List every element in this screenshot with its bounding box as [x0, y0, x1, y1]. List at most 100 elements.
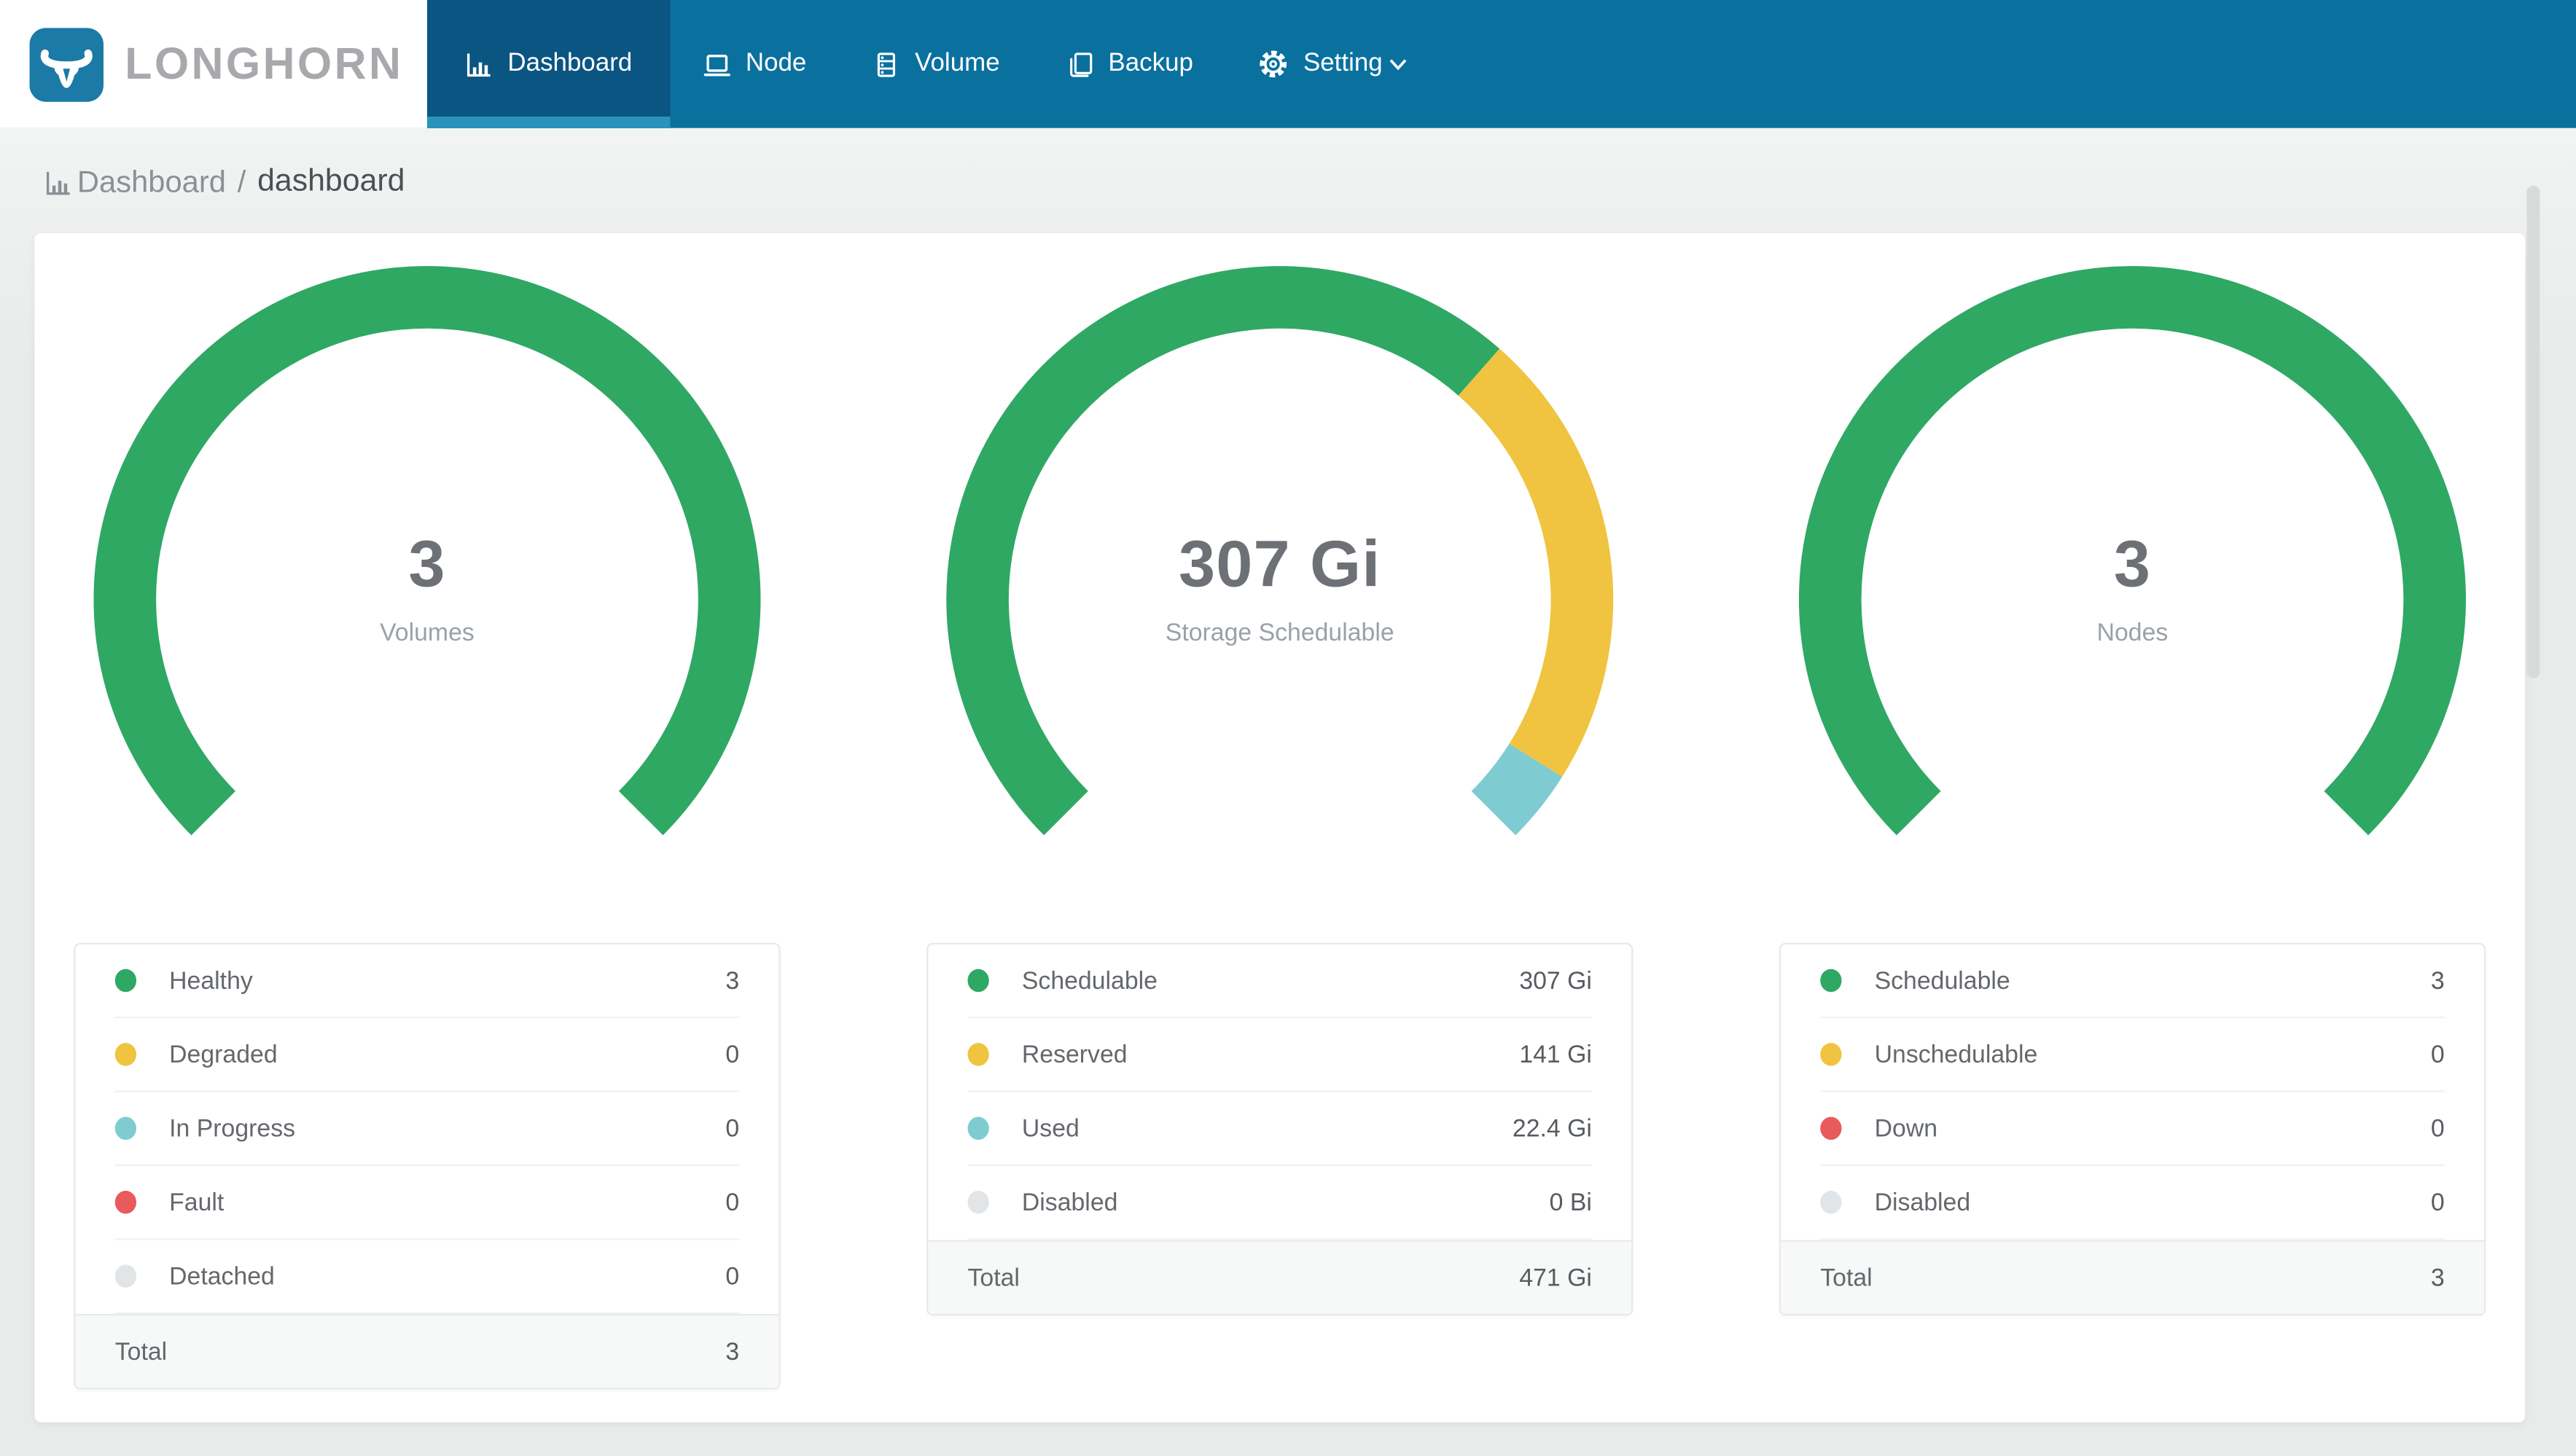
laptop-icon: [703, 50, 730, 78]
bar-chart-icon: [465, 50, 493, 78]
status-dot: [967, 968, 989, 993]
breadcrumb: Dashboard / dashboard: [44, 157, 2542, 207]
legend-row: Detached 0: [114, 1240, 740, 1315]
legend-row: Schedulable 3: [1820, 944, 2445, 1019]
status-dot: [1820, 1191, 1842, 1214]
legend-total-row: Total 3: [75, 1314, 779, 1388]
legend-value: 141 Gi: [1519, 1040, 1592, 1069]
total-value: 3: [725, 1337, 740, 1366]
legend-row: Schedulable 307 Gi: [967, 944, 1592, 1019]
longhorn-logo: [29, 27, 104, 101]
legend-value: 0: [2430, 1040, 2445, 1069]
gauge-panel-storage-schedulable: 307 Gi Storage Schedulable Schedulable 307 …: [926, 246, 1634, 1390]
legend-label: Down: [1874, 1114, 1938, 1143]
scrollbar-thumb[interactable]: [2526, 185, 2540, 678]
legend-row: Fault 0: [114, 1166, 740, 1240]
gauge-center: 3 Volumes: [74, 529, 780, 647]
legend-value: 0: [725, 1114, 740, 1143]
bull-icon: [40, 48, 93, 87]
legend-value: 0: [725, 1188, 740, 1216]
main-content: Dashboard / dashboard 3 Volumes Healthy 3 De…: [0, 128, 2576, 1456]
legend-row: Down 0: [1820, 1092, 2445, 1167]
legend-row: Unschedulable 0: [1820, 1018, 2445, 1092]
breadcrumb-page: dashboard: [257, 164, 405, 199]
breadcrumb-separator: /: [237, 164, 246, 199]
tab-backup[interactable]: Backup: [1033, 0, 1226, 128]
total-value: 471 Gi: [1519, 1264, 1592, 1292]
legend-value: 0: [725, 1040, 740, 1069]
status-dot: [967, 1043, 989, 1066]
gear-icon: [1259, 50, 1289, 79]
status-dot: [114, 1116, 137, 1140]
gauge-panel-volumes: 3 Volumes Healthy 3 Degraded 0 In Progress 0 Fau…: [74, 246, 781, 1390]
total-label: Total: [114, 1337, 168, 1366]
gauge-center: 3 Nodes: [1779, 529, 2486, 647]
legend-row: Used 22.4 Gi: [967, 1092, 1592, 1167]
gauge-panels: 3 Volumes Healthy 3 Degraded 0 In Progress 0 Fau…: [34, 233, 2525, 1390]
legend-label: Disabled: [1874, 1188, 1971, 1216]
legend-row: Reserved 141 Gi: [967, 1018, 1592, 1092]
legend-value: 0 Bi: [1549, 1188, 1592, 1216]
brand-name: LONGHORN: [125, 38, 404, 88]
legend-row: Disabled 0: [1820, 1166, 2445, 1240]
brand-logo-area[interactable]: LONGHORN: [0, 0, 427, 128]
legend-label: Used: [1021, 1114, 1080, 1143]
tab-node[interactable]: Node: [670, 0, 839, 128]
database-icon: [873, 50, 900, 78]
legend-label: Schedulable: [1021, 966, 1158, 995]
legend-label: In Progress: [169, 1114, 296, 1143]
status-dot: [967, 1116, 989, 1140]
legend-card: Schedulable 307 Gi Reserved 141 Gi Used 22.4 …: [926, 942, 1634, 1316]
legend-row: Disabled 0 Bi: [967, 1166, 1592, 1240]
longhorn-app: LONGHORN Dashboard Node Volume Backup Settin…: [0, 0, 2576, 1456]
legend-value: 307 Gi: [1519, 966, 1592, 995]
gauge-chart: 3 Nodes: [1779, 246, 2486, 943]
legend-label: Disabled: [1021, 1188, 1118, 1216]
legend-value: 3: [725, 966, 740, 995]
status-dot: [114, 1191, 137, 1214]
dashboard-card: 3 Volumes Healthy 3 Degraded 0 In Progress 0 Fau…: [34, 233, 2526, 1422]
total-label: Total: [967, 1264, 1020, 1292]
status-dot: [114, 1264, 137, 1288]
legend-value: 0: [2430, 1188, 2445, 1216]
gauge-panel-nodes: 3 Nodes Schedulable 3 Unschedulable 0 Down 0 Dis…: [1779, 246, 2486, 1390]
legend-label: Degraded: [169, 1040, 278, 1069]
total-label: Total: [1820, 1264, 1873, 1292]
legend-card: Schedulable 3 Unschedulable 0 Down 0 Disabled 0…: [1779, 942, 2486, 1316]
tab-label: Node: [745, 49, 807, 77]
status-dot: [114, 968, 137, 993]
breadcrumb-section[interactable]: Dashboard: [77, 164, 226, 200]
status-dot: [1820, 968, 1842, 993]
legend-card: Healthy 3 Degraded 0 In Progress 0 Fault 0 Detac…: [74, 942, 781, 1390]
legend-row: Degraded 0: [114, 1018, 740, 1092]
status-dot: [1820, 1116, 1842, 1140]
gauge-chart: 307 Gi Storage Schedulable: [926, 246, 1633, 943]
copy-icon: [1066, 50, 1093, 78]
tab-volume[interactable]: Volume: [839, 0, 1032, 128]
status-dot: [114, 1043, 137, 1066]
status-dot: [1820, 1043, 1842, 1066]
legend-row: In Progress 0: [114, 1092, 740, 1167]
tab-dashboard[interactable]: Dashboard: [426, 0, 671, 128]
chevron-down-icon: [1387, 57, 1407, 71]
legend-value: 0: [2430, 1114, 2445, 1143]
gauge-label: Storage Schedulable: [1165, 619, 1394, 648]
gauge-chart: 3 Volumes: [74, 246, 780, 943]
legend-total-row: Total 3: [1781, 1240, 2484, 1315]
total-value: 3: [2430, 1264, 2445, 1292]
gauge-value: 3: [408, 528, 446, 601]
tab-label: Dashboard: [507, 49, 633, 77]
gauge-value: 307 Gi: [1179, 528, 1381, 601]
legend-label: Schedulable: [1874, 966, 2010, 995]
legend-value: 0: [725, 1262, 740, 1291]
gauge-label: Volumes: [380, 619, 475, 648]
gauge-value: 3: [2113, 528, 2152, 601]
legend-row: Healthy 3: [114, 944, 740, 1019]
tab-setting[interactable]: Setting: [1226, 0, 1440, 128]
legend-value: 3: [2430, 966, 2445, 995]
top-nav-bar: LONGHORN Dashboard Node Volume Backup Settin…: [0, 0, 2576, 128]
legend-label: Healthy: [169, 966, 253, 995]
tab-label: Setting: [1303, 49, 1383, 77]
gauge-label: Nodes: [2096, 619, 2169, 648]
legend-label: Unschedulable: [1874, 1040, 2038, 1069]
